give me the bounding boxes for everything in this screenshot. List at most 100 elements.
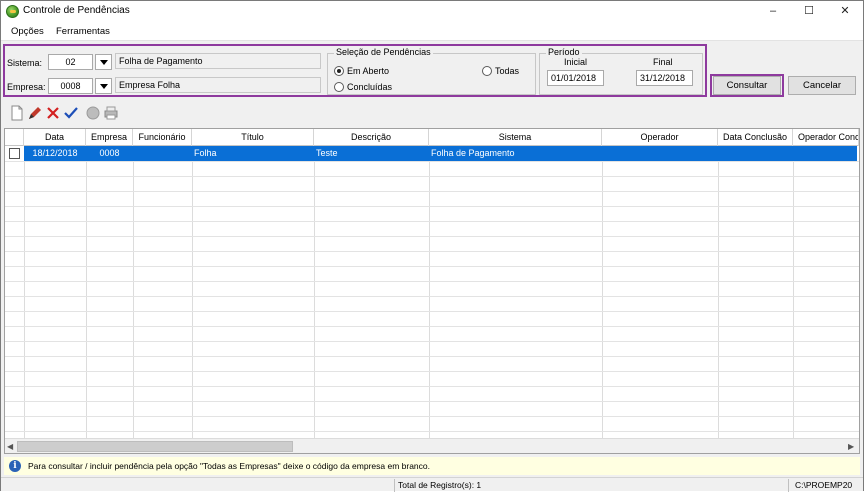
grid-row-line (5, 191, 859, 192)
sistema-label: Sistema: (7, 58, 43, 68)
cell-descricao: Teste (316, 148, 338, 158)
grid-row-line (5, 176, 859, 177)
col-titulo[interactable]: Título (192, 129, 314, 146)
grid-row-line (5, 416, 859, 417)
radio-todas[interactable] (482, 66, 492, 76)
scroll-thumb[interactable] (17, 441, 293, 452)
grid-row-line (5, 296, 859, 297)
grid-line (86, 146, 87, 438)
radio-todas-label: Todas (495, 66, 520, 76)
grid-line (602, 146, 603, 438)
sistema-name-field: Folha de Pagamento (115, 53, 321, 69)
col-operador[interactable]: Operador (602, 129, 718, 146)
cell-titulo: Folha (194, 148, 217, 158)
window-title: Controle de Pendências (23, 5, 130, 16)
col-funcionario[interactable]: Funcionário (133, 129, 192, 146)
status-total: Total de Registro(s): 1 (394, 479, 784, 492)
col-data[interactable]: Data (24, 129, 86, 146)
confirm-icon[interactable] (63, 105, 79, 121)
col-data-conclusao[interactable]: Data Conclusão (718, 129, 793, 146)
grid-line (24, 146, 25, 438)
final-label: Final (653, 57, 673, 67)
col-operador-conc[interactable]: Operador Conc (793, 129, 859, 146)
data-inicial-field[interactable]: 01/01/2018 (547, 70, 604, 86)
radio-concluidas-label: Concluídas (347, 82, 393, 92)
menu-ferramentas[interactable]: Ferramentas (56, 26, 110, 37)
status-bar: Total de Registro(s): 1 C:\PROEMP20 (1, 477, 863, 492)
cell-sistema: Folha de Pagamento (431, 148, 515, 158)
col-sistema[interactable]: Sistema (429, 129, 602, 146)
new-icon[interactable] (9, 105, 25, 121)
menu-bar: Opções Ferramentas (1, 22, 863, 41)
col-select (5, 129, 24, 146)
grid-line (192, 146, 193, 438)
info-icon: i (9, 460, 21, 472)
print-icon[interactable] (103, 105, 119, 121)
radio-em-aberto-label: Em Aberto (347, 66, 390, 76)
cancelar-button[interactable]: Cancelar (788, 76, 856, 95)
minimize-button[interactable]: – (755, 1, 791, 22)
grid-line (314, 146, 315, 438)
status-path: C:\PROEMP20 (788, 479, 863, 492)
periodo-group: Período Inicial 01/01/2018 Final 31/12/2… (539, 47, 703, 95)
grid-row-line (5, 206, 859, 207)
delete-icon[interactable] (45, 105, 61, 121)
edit-icon[interactable] (27, 105, 43, 121)
grid-line (718, 146, 719, 438)
empresa-code-field[interactable]: 0008 (48, 78, 93, 94)
inicial-label: Inicial (564, 57, 588, 67)
scroll-left-icon[interactable]: ◀ (7, 442, 13, 451)
info-bar: i Para consultar / incluir pendência pel… (4, 457, 860, 475)
cell-data-conclusao (718, 146, 793, 161)
grid-row-line (5, 356, 859, 357)
col-descricao[interactable]: Descrição (314, 129, 429, 146)
periodo-title: Período (546, 47, 582, 57)
grid-row-line (5, 326, 859, 327)
sistema-dropdown-button[interactable] (95, 54, 112, 70)
close-button[interactable]: ✕ (827, 1, 863, 22)
app-icon (6, 5, 19, 18)
col-empresa[interactable]: Empresa (86, 129, 133, 146)
grid-row-line (5, 431, 859, 432)
grid-row-line (5, 161, 859, 162)
grid-line (429, 146, 430, 438)
grid-row-line (5, 266, 859, 267)
consultar-highlight: Consultar (710, 74, 784, 97)
data-final-field[interactable]: 31/12/2018 (636, 70, 693, 86)
empresa-dropdown-button[interactable] (95, 78, 112, 94)
selecao-group: Seleção de Pendências Em Aberto Todas Co… (327, 47, 536, 95)
grid-row-line (5, 386, 859, 387)
cell-empresa: 0008 (99, 148, 120, 158)
grid-row-line (5, 281, 859, 282)
consultar-button[interactable]: Consultar (713, 76, 781, 95)
cell-operador-conc (793, 146, 859, 161)
globe-icon[interactable] (85, 105, 101, 121)
cell-data: 18/12/2018 (32, 148, 78, 158)
grid-row-line (5, 251, 859, 252)
horizontal-scrollbar[interactable]: ◀ ▶ (5, 438, 859, 453)
title-bar: Controle de Pendências – ☐ ✕ (1, 1, 863, 22)
grid-line (133, 146, 134, 438)
radio-concluidas[interactable] (334, 82, 344, 92)
maximize-button[interactable]: ☐ (791, 1, 827, 22)
pendencias-grid[interactable]: Data Empresa Funcionário Título Descriçã… (4, 128, 860, 454)
selecao-title: Seleção de Pendências (334, 47, 433, 57)
empresa-label: Empresa: (7, 82, 46, 92)
cell-funcionario (133, 146, 192, 161)
row-checkbox[interactable] (9, 148, 20, 159)
scroll-right-icon[interactable]: ▶ (848, 442, 854, 451)
grid-row-line (5, 311, 859, 312)
radio-em-aberto[interactable] (334, 66, 344, 76)
grid-row-line (5, 371, 859, 372)
grid-header: Data Empresa Funcionário Título Descriçã… (5, 129, 859, 146)
filter-panel: Sistema: 02 Folha de Pagamento Empresa: … (3, 44, 707, 97)
menu-opcoes[interactable]: Opções (11, 26, 44, 37)
cell-operador (602, 146, 718, 161)
grid-row-line (5, 236, 859, 237)
info-text: Para consultar / incluir pendência pela … (28, 461, 430, 471)
empresa-name-field: Empresa Folha (115, 77, 321, 93)
grid-row-line (5, 401, 859, 402)
grid-line (793, 146, 794, 438)
sistema-code-field[interactable]: 02 (48, 54, 93, 70)
grid-row-line (5, 341, 859, 342)
